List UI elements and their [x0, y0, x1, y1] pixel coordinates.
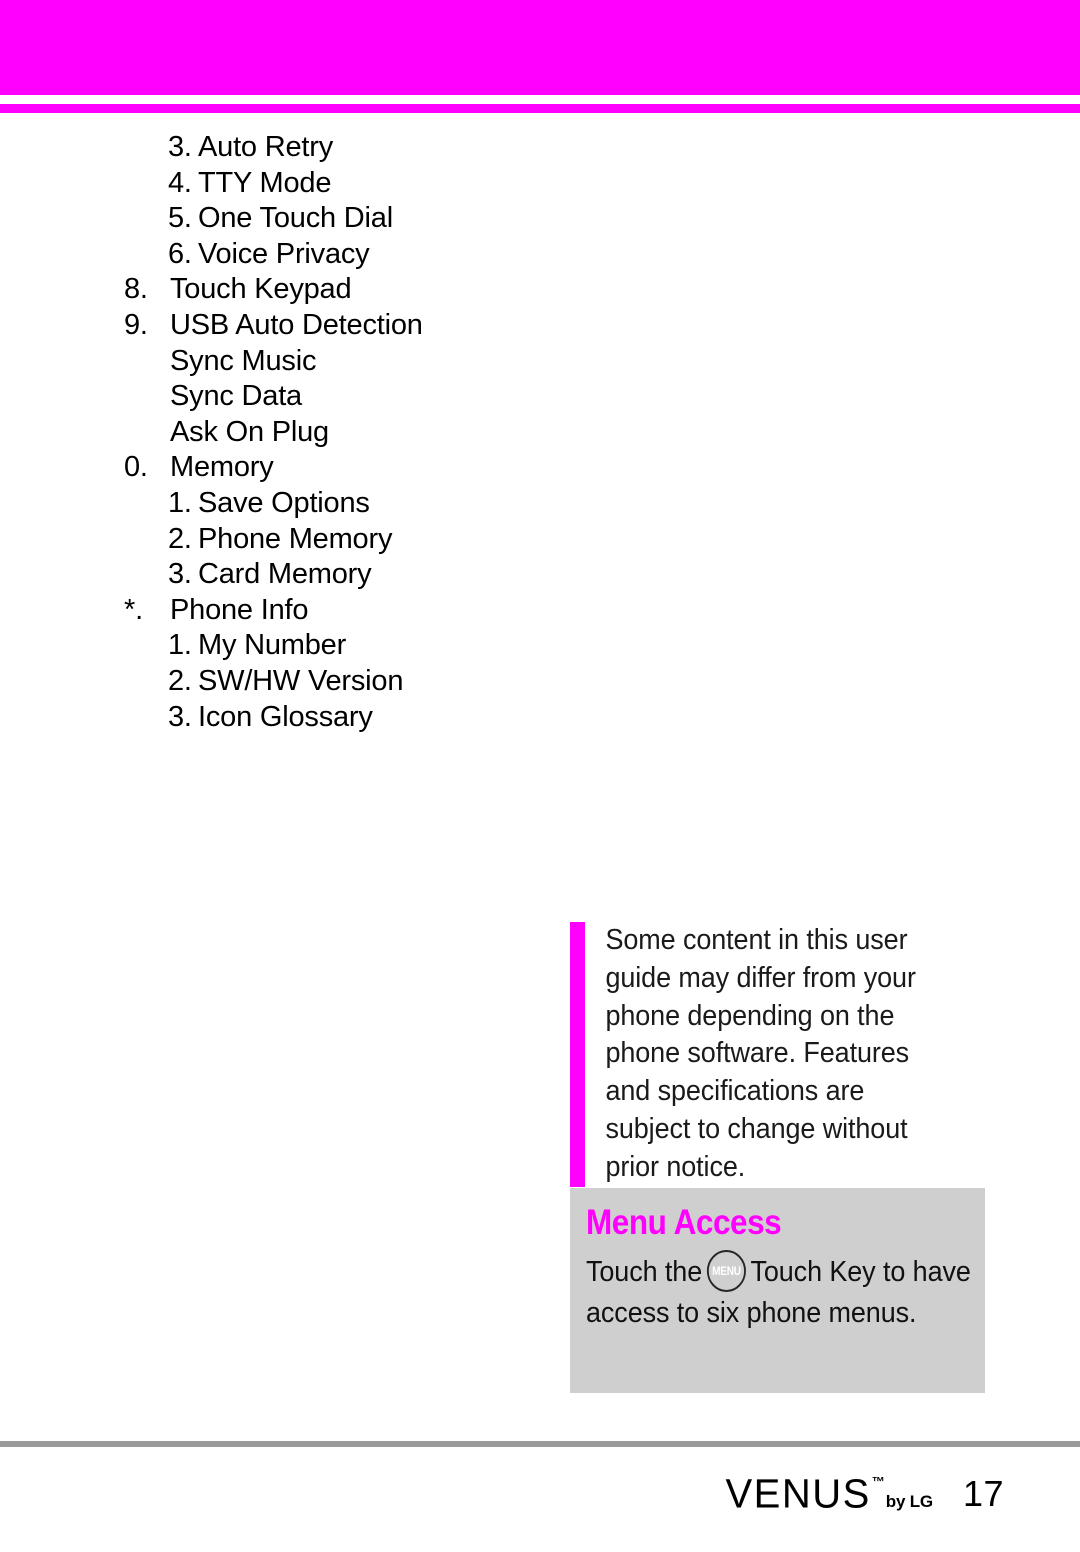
outline-row-label: Phone Memory	[198, 522, 393, 555]
footer-divider	[0, 1441, 1080, 1447]
page-number: 17	[962, 1473, 1004, 1514]
outline-row: Sync Data	[0, 379, 540, 415]
menu-access-title: Menu Access	[586, 1203, 782, 1242]
outline-row: 1. My Number	[0, 628, 540, 664]
outline-row-marker: 1.	[168, 486, 192, 519]
outline-row-marker: 0.	[124, 451, 148, 484]
outline-row-label: Voice Privacy	[198, 237, 370, 270]
outline-row: 9. USB Auto Detection	[0, 308, 540, 344]
menu-access-body: Touch the MENU Touch Key to have access to…	[586, 1250, 986, 1334]
outline-row-label: Auto Retry	[198, 131, 333, 163]
menu-access-panel: Menu Access Touch the MENU Touch Key to ha…	[570, 1188, 985, 1393]
outline-row: 2. Phone Memory	[0, 522, 540, 558]
outline-row-marker: 3.	[168, 700, 192, 733]
note-accent-bar	[570, 922, 585, 1187]
note-text: Some content in this user guide may diff…	[605, 924, 916, 1183]
outline-row: 3. Icon Glossary	[0, 700, 540, 736]
outline-row: 8. Touch Keypad	[0, 272, 540, 308]
venus-wordmark: VENUS	[725, 1471, 871, 1517]
menu-key-icon[interactable]: MENU	[706, 1250, 746, 1292]
outline-row-marker: 9.	[124, 308, 148, 341]
outline-row-label: Ask On Plug	[170, 415, 329, 448]
header-accent-band	[0, 0, 1080, 95]
outline-row: 3. Auto Retry	[0, 130, 540, 166]
outline-row: 1. Save Options	[0, 486, 540, 522]
outline-row: 5. One Touch Dial	[0, 201, 540, 237]
outline-row-label: Memory	[170, 451, 274, 484]
menu-access-body-before: Touch the	[586, 1256, 703, 1288]
outline-row: Ask On Plug	[0, 415, 540, 451]
outline-row: 2. SW/HW Version	[0, 664, 540, 700]
outline-row: 3. Card Memory	[0, 557, 540, 593]
venus-logo: VENUS ™ by LG	[725, 1471, 933, 1517]
outline-row-label: Touch Keypad	[170, 273, 352, 306]
outline-row-label: Sync Data	[170, 380, 302, 413]
outline-row-marker: 4.	[168, 166, 192, 199]
menu-outline-list: 3. Auto Retry 4. TTY Mode 5. One Touch Dial 6.…	[0, 130, 540, 735]
outline-row-label: SW/HW Version	[198, 664, 404, 697]
outline-row-label: TTY Mode	[198, 166, 332, 199]
trademark-symbol: ™	[871, 1474, 885, 1489]
outline-row-marker: 2.	[168, 522, 192, 555]
menu-key-icon-label: MENU	[712, 1264, 741, 1278]
outline-row-label: Card Memory	[198, 558, 372, 591]
outline-row-marker: 6.	[168, 237, 192, 270]
header-accent-rule	[0, 104, 1080, 113]
outline-row-label: USB Auto Detection	[170, 308, 423, 341]
outline-row-label: Sync Music	[170, 344, 317, 377]
outline-row: Sync Music	[0, 344, 540, 380]
outline-row-marker: *.	[124, 593, 143, 626]
outline-row-label: Icon Glossary	[198, 700, 373, 733]
outline-row-marker: 8.	[124, 273, 148, 306]
outline-row-marker: 5.	[168, 202, 192, 235]
outline-row-label: Save Options	[198, 486, 370, 519]
outline-row: 4. TTY Mode	[0, 166, 540, 202]
by-lg-label: by LG	[885, 1492, 933, 1511]
outline-row-label: Phone Info	[170, 593, 309, 626]
note-callout: Some content in this user guide may diff…	[570, 922, 980, 1187]
outline-row-marker: 2.	[168, 664, 192, 697]
outline-row: *. Phone Info	[0, 593, 540, 629]
outline-row-label: My Number	[198, 629, 347, 662]
outline-row-marker: 3.	[168, 558, 192, 591]
outline-row-label: One Touch Dial	[198, 202, 393, 235]
outline-row-marker: 1.	[168, 629, 192, 662]
outline-row: 6. Voice Privacy	[0, 237, 540, 273]
outline-row-marker: 3.	[168, 131, 192, 163]
outline-row: 0. Memory	[0, 450, 540, 486]
footer: VENUS ™ by LG 17	[0, 1466, 1080, 1522]
